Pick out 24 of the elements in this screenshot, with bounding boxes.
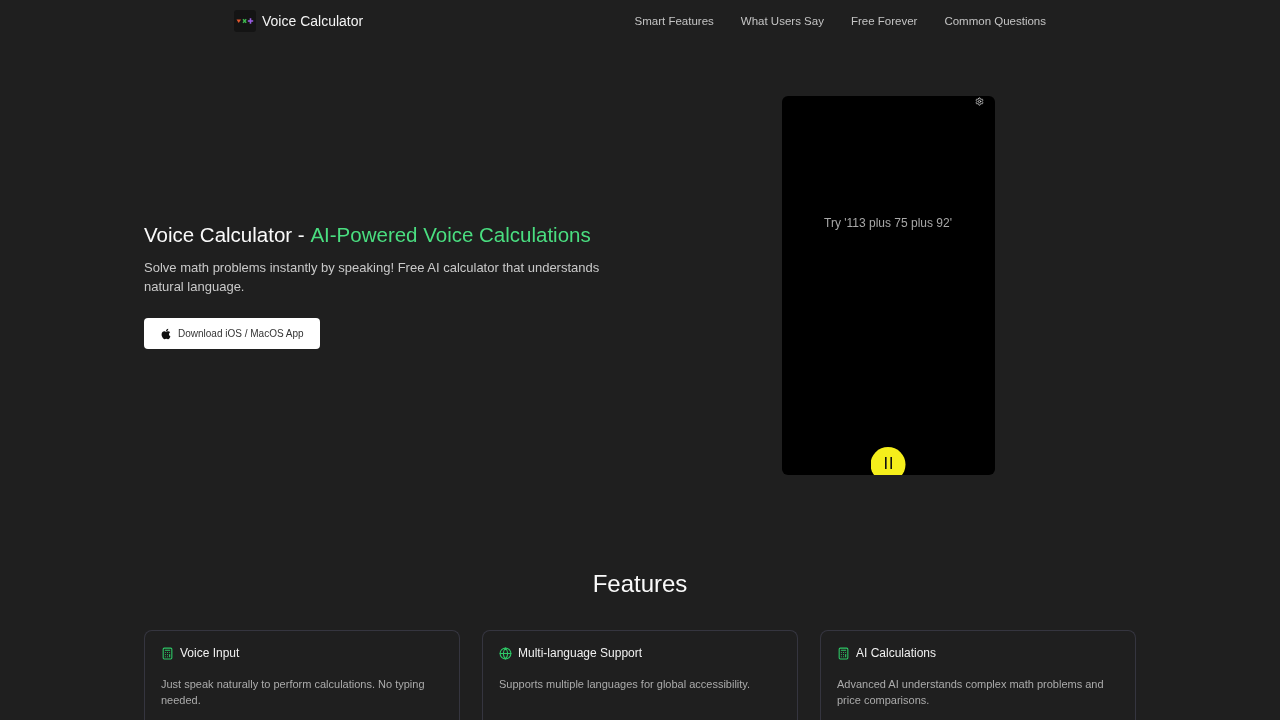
pause-button[interactable] [870, 447, 906, 475]
apple-icon [160, 327, 172, 340]
globe-icon [499, 646, 512, 660]
nav-link[interactable]: Smart Features [634, 15, 714, 27]
nav-link[interactable]: Common Questions [944, 15, 1046, 27]
feature-description: Supports multiple languages for global accessibility. [499, 677, 752, 692]
feature-title: Voice Input [180, 646, 240, 660]
download-button[interactable]: Download iOS / MacOS App [144, 318, 320, 349]
hero-title: Voice Calculator - AI-Powered Voice Calculations [144, 222, 591, 248]
nav-link[interactable]: What Users Say [740, 15, 824, 27]
feature-title: AI Calculations [856, 646, 937, 660]
calculator-icon [837, 646, 850, 660]
settings-icon[interactable] [974, 97, 984, 106]
logo-text: Voice Calculator [262, 13, 364, 29]
feature-description: Advanced AI understands complex math problems and price comparisons. [837, 677, 1105, 708]
nav-link[interactable]: Free Forever [850, 15, 918, 27]
voice-hint: Try '113 plus 75 plus 92' [824, 216, 952, 230]
calculator-icon [161, 646, 174, 660]
pause-icon [884, 457, 892, 469]
logo-icon [234, 10, 256, 32]
feature-title: Multi-language Support [518, 646, 643, 660]
feature-description: Just speak naturally to perform calculations. No typing needed. [161, 677, 426, 708]
features-heading: Features [591, 569, 689, 599]
hero-subtitle: Solve math problems instantly by speaking! Free AI calculator that understands natural language. [144, 259, 601, 296]
